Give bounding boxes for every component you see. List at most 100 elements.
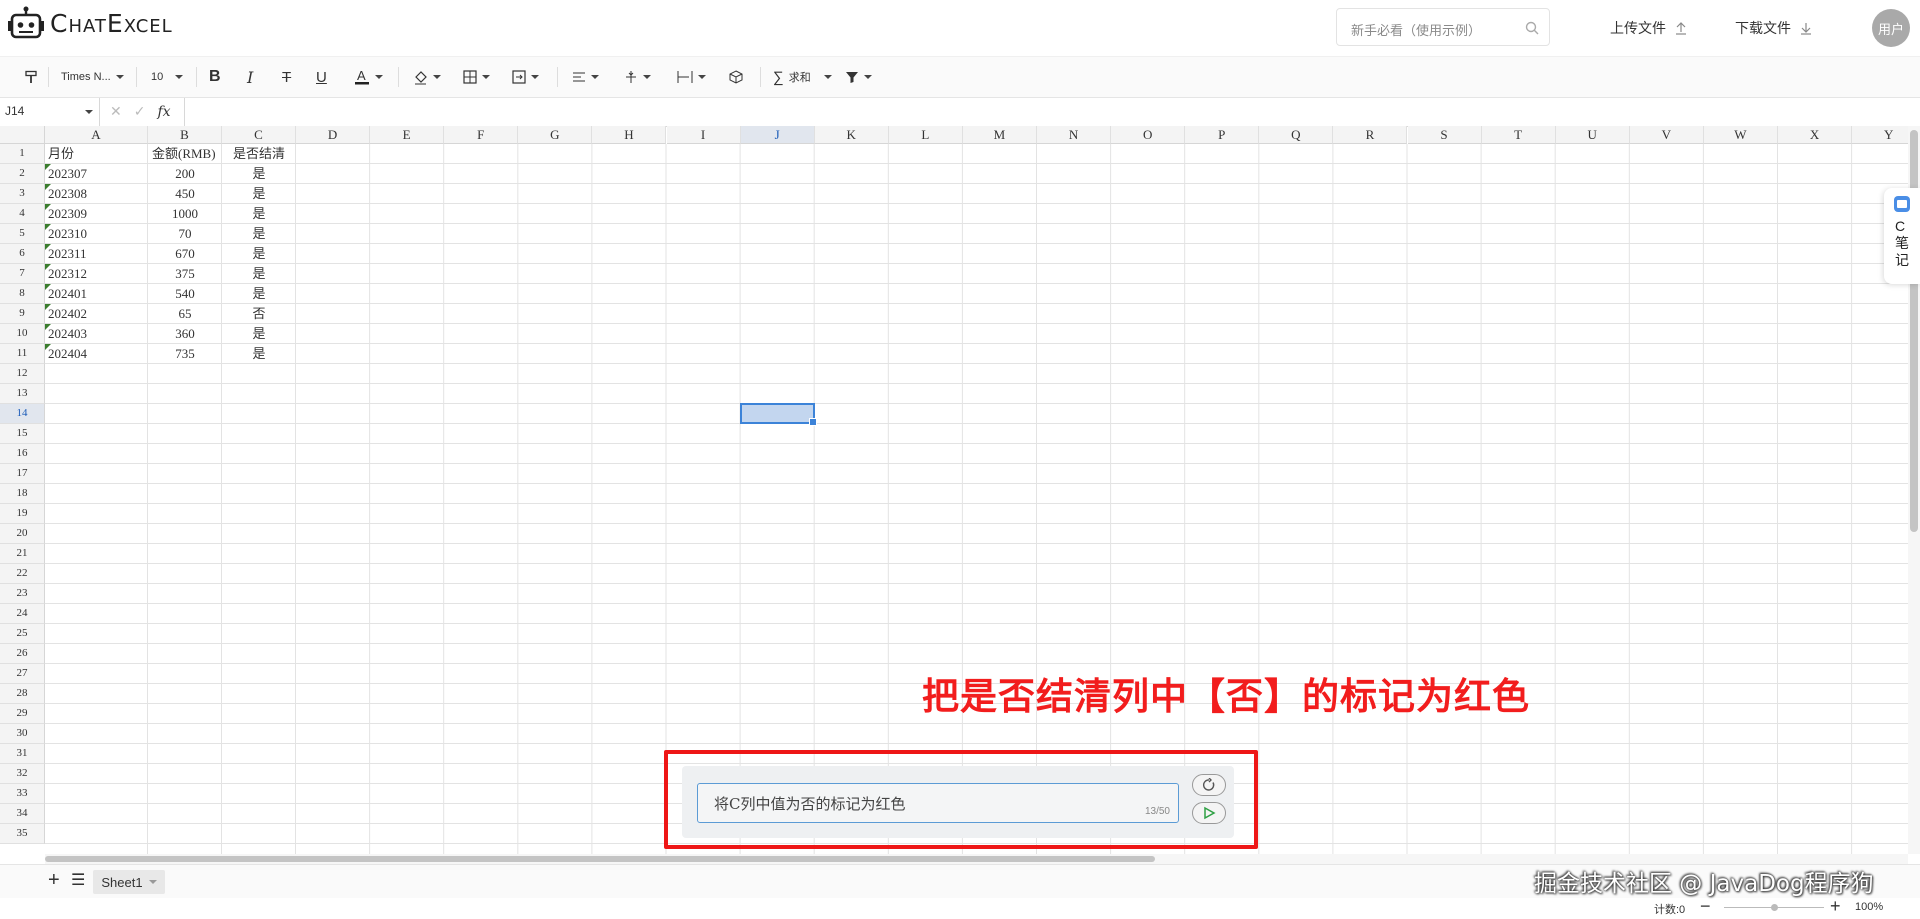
column-header-p[interactable]: P xyxy=(1185,126,1260,144)
app-logo[interactable]: ChatExcel xyxy=(8,6,173,40)
horizontal-scroll-thumb[interactable] xyxy=(45,856,1155,862)
cancel-icon[interactable]: ✕ xyxy=(110,103,122,120)
column-header-b[interactable]: B xyxy=(148,126,222,144)
search-icon[interactable] xyxy=(1525,21,1539,35)
row-header-2[interactable]: 2 xyxy=(0,164,45,184)
sheet-tab[interactable]: Sheet1 xyxy=(93,870,165,894)
vertical-align-button[interactable] xyxy=(624,57,651,97)
cell-b8[interactable]: 540 xyxy=(148,284,222,304)
cell-c2[interactable]: 是 xyxy=(222,164,296,184)
cell-b3[interactable]: 450 xyxy=(148,184,222,204)
row-header-15[interactable]: 15 xyxy=(0,424,45,444)
row-header-27[interactable]: 27 xyxy=(0,664,45,684)
row-header-22[interactable]: 22 xyxy=(0,564,45,584)
underline-button[interactable]: U xyxy=(316,57,327,97)
row-header-11[interactable]: 11 xyxy=(0,344,45,364)
column-header-i[interactable]: I xyxy=(666,126,741,144)
cell-a7[interactable]: 202312 xyxy=(45,264,148,284)
zoom-in-icon[interactable]: + xyxy=(1830,896,1841,917)
download-button[interactable]: 下载文件 xyxy=(1735,18,1813,38)
row-header-8[interactable]: 8 xyxy=(0,284,45,304)
cell-b4[interactable]: 1000 xyxy=(148,204,222,224)
confirm-icon[interactable]: ✓ xyxy=(134,103,146,120)
fill-handle[interactable] xyxy=(808,418,817,426)
font-family-select[interactable]: Times N... xyxy=(61,57,124,97)
column-header-a[interactable]: A xyxy=(45,126,148,144)
cell-a4[interactable]: 202309 xyxy=(45,204,148,224)
cell-c10[interactable]: 是 xyxy=(222,324,296,344)
row-header-35[interactable]: 35 xyxy=(0,824,45,844)
cell-b5[interactable]: 70 xyxy=(148,224,222,244)
row-header-9[interactable]: 9 xyxy=(0,304,45,324)
spreadsheet-grid[interactable]: A B C D E F G H I J K L M N O P Q R S T U V W X Y 1 2 3 4 5 6 7 8 9 10 11 12… xyxy=(0,126,1908,854)
row-header-25[interactable]: 25 xyxy=(0,624,45,644)
cell-b6[interactable]: 670 xyxy=(148,244,222,264)
column-header-y[interactable]: Y xyxy=(1852,126,1908,144)
fx-icon[interactable]: fx xyxy=(157,104,170,120)
row-header-30[interactable]: 30 xyxy=(0,724,45,744)
column-header-q[interactable]: Q xyxy=(1259,126,1334,144)
column-header-d[interactable]: D xyxy=(296,126,371,144)
column-header-x[interactable]: X xyxy=(1778,126,1853,144)
row-header-14[interactable]: 14 xyxy=(0,404,45,424)
row-header-19[interactable]: 19 xyxy=(0,504,45,524)
active-cell-selection[interactable] xyxy=(739,403,817,426)
column-header-o[interactable]: O xyxy=(1111,126,1186,144)
row-header-18[interactable]: 18 xyxy=(0,484,45,504)
row-header-3[interactable]: 3 xyxy=(0,184,45,204)
cell-a11[interactable]: 202404 xyxy=(45,344,148,364)
row-header-12[interactable]: 12 xyxy=(0,364,45,384)
cell-c6[interactable]: 是 xyxy=(222,244,296,264)
upload-button[interactable]: 上传文件 xyxy=(1610,18,1688,38)
cell-b11[interactable]: 735 xyxy=(148,344,222,364)
cell-a1[interactable]: 月份 xyxy=(45,144,148,164)
cell-a3[interactable]: 202308 xyxy=(45,184,148,204)
text-rotate-button[interactable] xyxy=(729,57,743,97)
merge-cells-button[interactable] xyxy=(512,57,539,97)
column-header-u[interactable]: U xyxy=(1555,126,1630,144)
cell-b2[interactable]: 200 xyxy=(148,164,222,184)
sheet-list-icon[interactable]: ☰ xyxy=(71,870,85,890)
cell-c7[interactable]: 是 xyxy=(222,264,296,284)
cell-a8[interactable]: 202401 xyxy=(45,284,148,304)
row-header-33[interactable]: 33 xyxy=(0,784,45,804)
cell-a9[interactable]: 202402 xyxy=(45,304,148,324)
row-header-26[interactable]: 26 xyxy=(0,644,45,664)
column-header-w[interactable]: W xyxy=(1703,126,1778,144)
strikethrough-button[interactable]: T xyxy=(282,57,291,97)
row-header-32[interactable]: 32 xyxy=(0,764,45,784)
fill-color-button[interactable] xyxy=(413,57,441,97)
column-header-l[interactable]: L xyxy=(888,126,963,144)
cell-c5[interactable]: 是 xyxy=(222,224,296,244)
notes-side-tab[interactable]: C笔记 xyxy=(1884,188,1920,284)
row-header-6[interactable]: 6 xyxy=(0,244,45,264)
row-header-4[interactable]: 4 xyxy=(0,204,45,224)
column-header-g[interactable]: G xyxy=(518,126,593,144)
user-avatar[interactable]: 用户 xyxy=(1872,9,1910,47)
row-header-24[interactable]: 24 xyxy=(0,604,45,624)
row-header-29[interactable]: 29 xyxy=(0,704,45,724)
zoom-out-icon[interactable]: − xyxy=(1700,896,1711,917)
column-header-r[interactable]: R xyxy=(1333,126,1408,144)
column-header-n[interactable]: N xyxy=(1037,126,1112,144)
cell-c4[interactable]: 是 xyxy=(222,204,296,224)
borders-button[interactable] xyxy=(463,57,490,97)
cell-b9[interactable]: 65 xyxy=(148,304,222,324)
row-header-13[interactable]: 13 xyxy=(0,384,45,404)
filter-button[interactable] xyxy=(845,57,872,97)
cell-c1[interactable]: 是否结清 xyxy=(222,144,296,164)
cell-a10[interactable]: 202403 xyxy=(45,324,148,344)
format-painter-button[interactable] xyxy=(24,57,38,97)
row-header-16[interactable]: 16 xyxy=(0,444,45,464)
row-header-10[interactable]: 10 xyxy=(0,324,45,344)
zoom-slider[interactable] xyxy=(1724,904,1824,911)
row-header-5[interactable]: 5 xyxy=(0,224,45,244)
cell-b1[interactable]: 金额(RMB) xyxy=(148,144,222,164)
row-header-23[interactable]: 23 xyxy=(0,584,45,604)
column-header-v[interactable]: V xyxy=(1629,126,1704,144)
sum-button[interactable]: ∑ 求和 xyxy=(773,57,832,97)
add-sheet-icon[interactable]: + xyxy=(48,869,60,892)
column-header-k[interactable]: K xyxy=(814,126,889,144)
cell-b7[interactable]: 375 xyxy=(148,264,222,284)
row-header-1[interactable]: 1 xyxy=(0,144,45,164)
